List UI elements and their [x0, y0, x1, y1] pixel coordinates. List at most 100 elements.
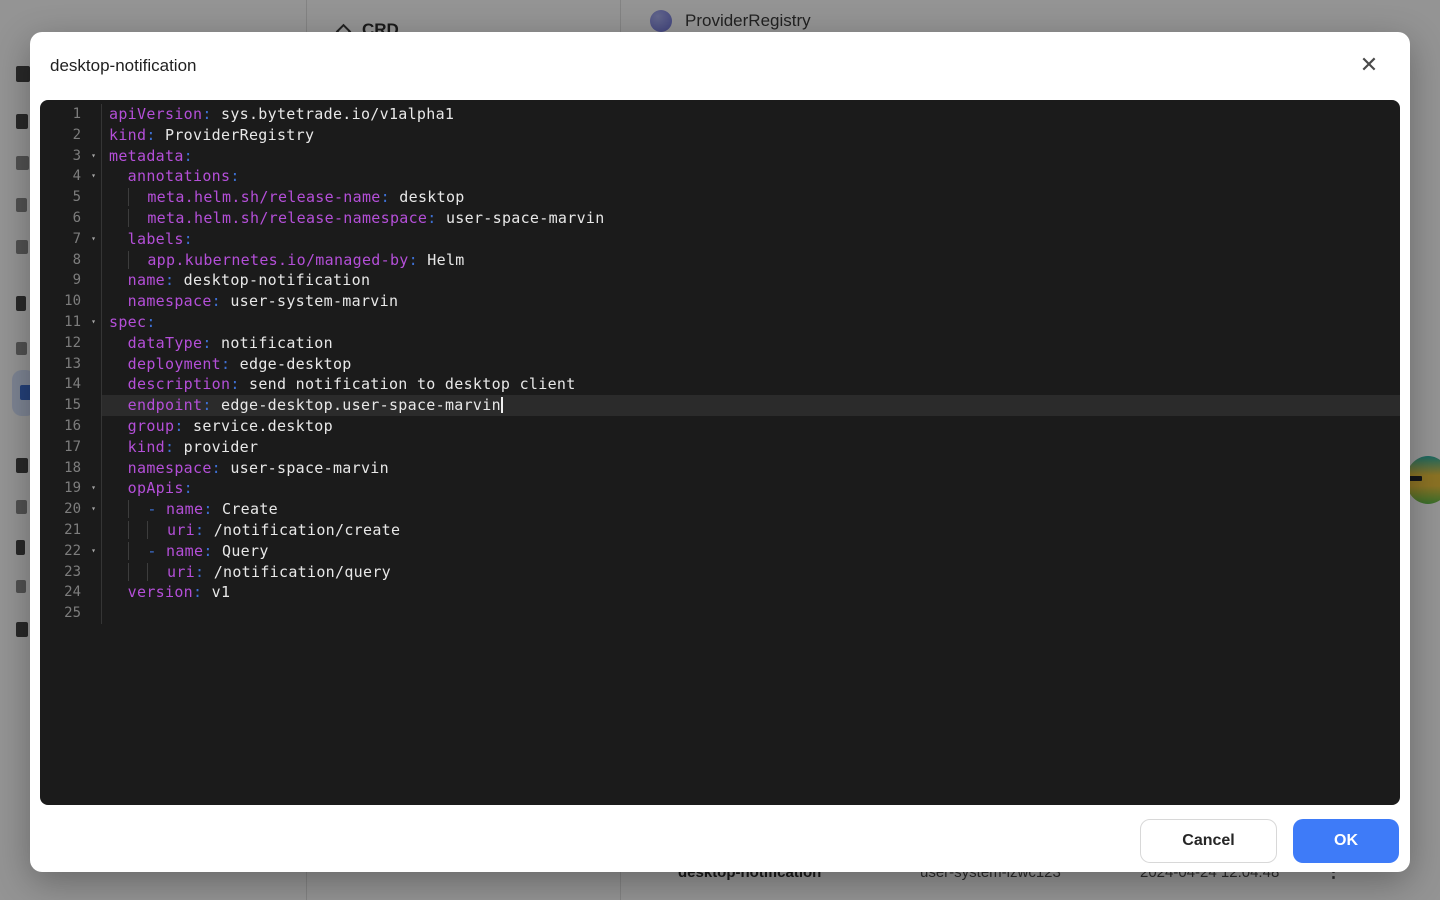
code-line[interactable]: 10 namespace: user-system-marvin: [40, 291, 1400, 312]
indent-guide: [128, 563, 148, 581]
line-number: 19: [40, 478, 86, 499]
fold-spacer: [86, 291, 101, 312]
token-punc: :: [202, 396, 211, 414]
code-line[interactable]: 11▾spec:: [40, 312, 1400, 333]
code-text: [101, 603, 1400, 624]
code-line[interactable]: 16 group: service.desktop: [40, 416, 1400, 437]
token-val: service.desktop: [184, 417, 333, 435]
code-text: namespace: user-system-marvin: [101, 291, 1400, 312]
token-punc: :: [202, 105, 211, 123]
code-text: uri: /notification/query: [101, 562, 1400, 583]
fold-spacer: [86, 333, 101, 354]
token-punc: :: [146, 126, 155, 144]
ok-button[interactable]: OK: [1293, 819, 1399, 863]
line-number: 24: [40, 582, 86, 603]
cancel-button[interactable]: Cancel: [1140, 819, 1277, 863]
token-key: name: [166, 542, 203, 560]
yaml-editor[interactable]: 1apiVersion: sys.bytetrade.io/v1alpha12k…: [40, 100, 1400, 805]
line-number: 4: [40, 166, 86, 187]
code-line[interactable]: 7▾ labels:: [40, 229, 1400, 250]
token-val: sys.bytetrade.io/v1alpha1: [212, 105, 455, 123]
token-punc: :: [165, 271, 174, 289]
code-line[interactable]: 2kind: ProviderRegistry: [40, 125, 1400, 146]
code-line[interactable]: 3▾metadata:: [40, 146, 1400, 167]
token-punc: :: [195, 563, 204, 581]
close-icon[interactable]: ✕: [1354, 50, 1384, 80]
token-punc: :: [409, 251, 418, 269]
code-line[interactable]: 13 deployment: edge-desktop: [40, 354, 1400, 375]
token-key: kind: [128, 438, 165, 456]
fold-arrow-icon[interactable]: ▾: [86, 499, 101, 520]
token-punc: :: [381, 188, 390, 206]
token-punc: :: [212, 459, 221, 477]
code-line[interactable]: 19▾ opApis:: [40, 478, 1400, 499]
code-text: metadata:: [101, 146, 1400, 167]
code-text: namespace: user-space-marvin: [101, 458, 1400, 479]
token-punc: :: [193, 583, 202, 601]
code-line[interactable]: 21 uri: /notification/create: [40, 520, 1400, 541]
token-key: description: [128, 375, 231, 393]
token-key: app.kubernetes.io/managed-by: [147, 251, 408, 269]
code-line[interactable]: 1apiVersion: sys.bytetrade.io/v1alpha1: [40, 104, 1400, 125]
code-line[interactable]: 9 name: desktop-notification: [40, 270, 1400, 291]
code-line[interactable]: 18 namespace: user-space-marvin: [40, 458, 1400, 479]
code-text: spec:: [101, 312, 1400, 333]
token-punc: -: [147, 542, 166, 560]
token-key: kind: [109, 126, 146, 144]
code-line[interactable]: 25: [40, 603, 1400, 624]
code-line[interactable]: 15 endpoint: edge-desktop.user-space-mar…: [40, 395, 1400, 416]
code-line[interactable]: 5 meta.helm.sh/release-name: desktop: [40, 187, 1400, 208]
fold-spacer: [86, 458, 101, 479]
code-line[interactable]: 24 version: v1: [40, 582, 1400, 603]
fold-spacer: [86, 562, 101, 583]
code-text: apiVersion: sys.bytetrade.io/v1alpha1: [101, 104, 1400, 125]
code-line[interactable]: 22▾ - name: Query: [40, 541, 1400, 562]
token-punc: :: [203, 500, 212, 518]
code-line[interactable]: 14 description: send notification to des…: [40, 374, 1400, 395]
token-key: endpoint: [128, 396, 203, 414]
token-val: notification: [212, 334, 333, 352]
fold-spacer: [86, 416, 101, 437]
token-key: dataType: [128, 334, 203, 352]
indent-guide: [128, 500, 148, 518]
token-punc: :: [146, 313, 155, 331]
fold-arrow-icon[interactable]: ▾: [86, 166, 101, 187]
token-key: version: [128, 583, 193, 601]
fold-arrow-icon[interactable]: ▾: [86, 478, 101, 499]
code-text: kind: ProviderRegistry: [101, 125, 1400, 146]
fold-arrow-icon[interactable]: ▾: [86, 229, 101, 250]
code-line[interactable]: 4▾ annotations:: [40, 166, 1400, 187]
code-text: meta.helm.sh/release-namespace: user-spa…: [101, 208, 1400, 229]
code-text: dataType: notification: [101, 333, 1400, 354]
token-key: group: [128, 417, 175, 435]
indent-guide: [128, 209, 148, 227]
line-number: 7: [40, 229, 86, 250]
code-line[interactable]: 23 uri: /notification/query: [40, 562, 1400, 583]
fold-spacer: [86, 520, 101, 541]
code-line[interactable]: 12 dataType: notification: [40, 333, 1400, 354]
token-key: meta.helm.sh/release-namespace: [147, 209, 427, 227]
code-line[interactable]: 6 meta.helm.sh/release-namespace: user-s…: [40, 208, 1400, 229]
code-text: labels:: [101, 229, 1400, 250]
fold-arrow-icon[interactable]: ▾: [86, 146, 101, 167]
line-number: 3: [40, 146, 86, 167]
indent-guide: [128, 188, 148, 206]
code-text: opApis:: [101, 478, 1400, 499]
code-line[interactable]: 17 kind: provider: [40, 437, 1400, 458]
code-line[interactable]: 8 app.kubernetes.io/managed-by: Helm: [40, 250, 1400, 271]
token-val: desktop: [390, 188, 465, 206]
line-number: 18: [40, 458, 86, 479]
token-punc: :: [174, 417, 183, 435]
token-punc: :: [184, 230, 193, 248]
token-key: uri: [167, 521, 195, 539]
indent-guide: [147, 521, 167, 539]
code-line[interactable]: 20▾ - name: Create: [40, 499, 1400, 520]
fold-spacer: [86, 250, 101, 271]
fold-arrow-icon[interactable]: ▾: [86, 541, 101, 562]
token-key: namespace: [128, 459, 212, 477]
fold-arrow-icon[interactable]: ▾: [86, 312, 101, 333]
token-val: edge-desktop.user-space-marvin: [212, 396, 501, 414]
line-number: 13: [40, 354, 86, 375]
code-text: version: v1: [101, 582, 1400, 603]
line-number: 22: [40, 541, 86, 562]
